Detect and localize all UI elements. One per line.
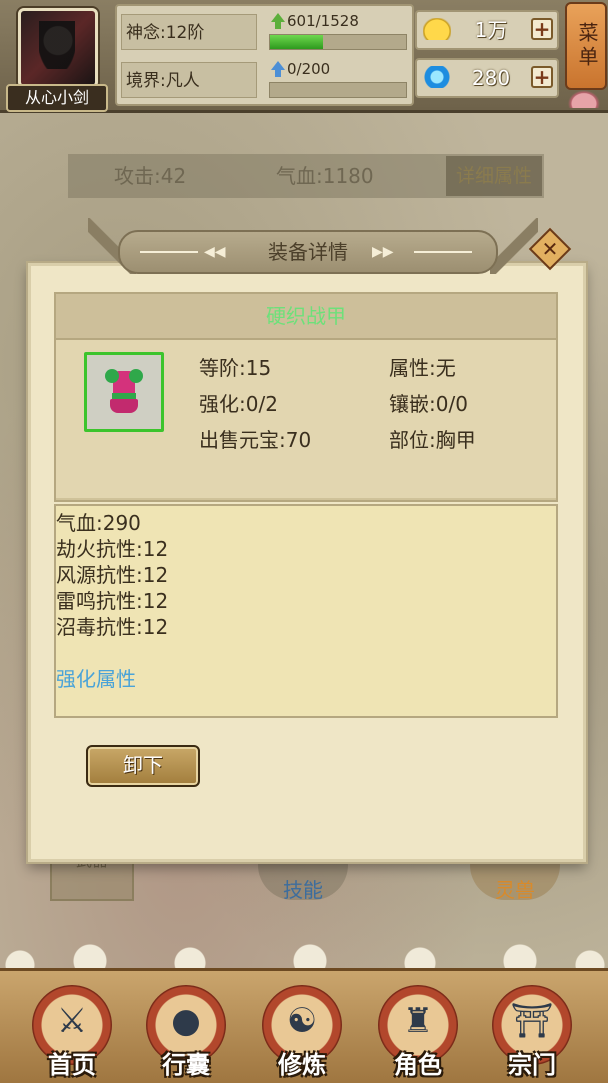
add-gem-button[interactable]: + xyxy=(531,66,553,88)
stat-panel: 神念:12阶 境界:凡人 601/1528 0/200 xyxy=(115,4,414,106)
modal-title: 装备详情 xyxy=(268,240,348,264)
nav-home[interactable]: ⚔ 首页 xyxy=(22,979,122,1079)
stat-row: 劫火抗性:12 xyxy=(56,537,169,561)
bag-icon: ● xyxy=(171,1001,201,1041)
item-info-panel: 等阶:15 属性:无 强化:0/2 镶嵌:0/0 出售元宝:70 部位:胸甲 xyxy=(54,340,558,502)
nav-character-label: 角色 xyxy=(394,1051,442,1079)
attribute-strip: 攻击:42 气血:1180 详细属性 xyxy=(68,154,544,198)
stat-row: 雷鸣抗性:12 xyxy=(56,589,169,613)
item-element: 属性:无 xyxy=(389,356,456,380)
nav-home-label: 首页 xyxy=(48,1051,96,1079)
add-gold-button[interactable]: + xyxy=(531,18,553,40)
item-name: 硬织战甲 xyxy=(54,292,558,340)
crossed-swords-icon: ⚔ xyxy=(56,1001,88,1041)
attack-stat: 攻击:42 xyxy=(114,164,187,188)
bottom-nav: ⚔ 首页 ● 行囊 ☯ 修炼 ♜ 角色 ⛩ 宗门 xyxy=(0,968,608,1083)
meditation-icon: ☯ xyxy=(286,1001,318,1041)
exp-progress-2: 0/200 xyxy=(269,60,407,98)
exp-text-1: 601/1528 xyxy=(287,12,359,30)
gem-currency: 280 + xyxy=(415,58,559,98)
realm-level: 境界:凡人 xyxy=(121,62,257,98)
exp-progress-1: 601/1528 xyxy=(269,12,407,50)
exp-bar-1 xyxy=(269,34,407,50)
unequip-button[interactable]: 卸下 xyxy=(86,745,200,787)
exp-text-2: 0/200 xyxy=(287,60,331,78)
item-slot: 部位:胸甲 xyxy=(389,428,476,452)
nav-bag-label: 行囊 xyxy=(162,1051,210,1079)
item-rank: 等阶:15 xyxy=(199,356,272,380)
item-sell-price: 出售元宝:70 xyxy=(199,428,312,452)
nav-cultivate-label: 修炼 xyxy=(278,1051,326,1079)
nav-cultivate[interactable]: ☯ 修炼 xyxy=(252,979,352,1079)
gate-icon: ⛩ xyxy=(510,1001,554,1041)
character-icon: ♜ xyxy=(402,1001,434,1041)
gem-icon xyxy=(423,66,451,88)
stat-row: 风源抗性:12 xyxy=(56,563,169,587)
enhance-attributes-link[interactable]: 强化属性 xyxy=(56,666,556,692)
item-icon-frame[interactable] xyxy=(84,352,164,432)
gold-value: 1万 xyxy=(474,18,508,42)
gem-value: 280 xyxy=(471,66,511,90)
gold-currency: 1万 + xyxy=(415,10,559,50)
menu-button[interactable]: 菜单 xyxy=(565,2,607,90)
top-bar: 从心小剑 神念:12阶 境界:凡人 601/1528 0/200 1万 + 28… xyxy=(0,0,608,113)
armor-icon xyxy=(105,367,143,415)
lotus-icon xyxy=(563,86,605,108)
avatar[interactable] xyxy=(18,8,98,88)
nav-bag[interactable]: ● 行囊 xyxy=(136,979,236,1079)
gold-ingot-icon xyxy=(423,18,451,40)
up-arrow-icon xyxy=(271,13,285,29)
arrow-left-icon: ◀◀ xyxy=(204,244,226,260)
modal-title-band: ◀◀ 装备详情 ▶▶ xyxy=(118,230,498,274)
nav-sect[interactable]: ⛩ 宗门 xyxy=(482,979,582,1079)
exp-bar-2 xyxy=(269,82,407,98)
nav-sect-label: 宗门 xyxy=(508,1051,556,1079)
exp-bar-fill-1 xyxy=(270,35,324,49)
stat-row: 气血:290 xyxy=(56,511,141,535)
detail-attributes-button[interactable]: 详细属性 xyxy=(446,156,542,196)
item-inlay: 镶嵌:0/0 xyxy=(389,392,468,416)
shennian-level: 神念:12阶 xyxy=(121,14,257,50)
player-name: 从心小剑 xyxy=(6,84,108,112)
stat-row: 沼毒抗性:12 xyxy=(56,615,169,639)
arrow-right-icon: ▶▶ xyxy=(372,244,394,260)
hp-stat: 气血:1180 xyxy=(276,164,374,188)
close-icon: ✕ xyxy=(541,237,559,261)
nav-character[interactable]: ♜ 角色 xyxy=(368,979,468,1079)
up-arrow-blue-icon xyxy=(271,61,285,77)
item-enhance: 强化:0/2 xyxy=(199,392,278,416)
item-stats-list[interactable]: 气血:290 劫火抗性:12 风源抗性:12 雷鸣抗性:12 沼毒抗性:12 强… xyxy=(54,504,558,718)
